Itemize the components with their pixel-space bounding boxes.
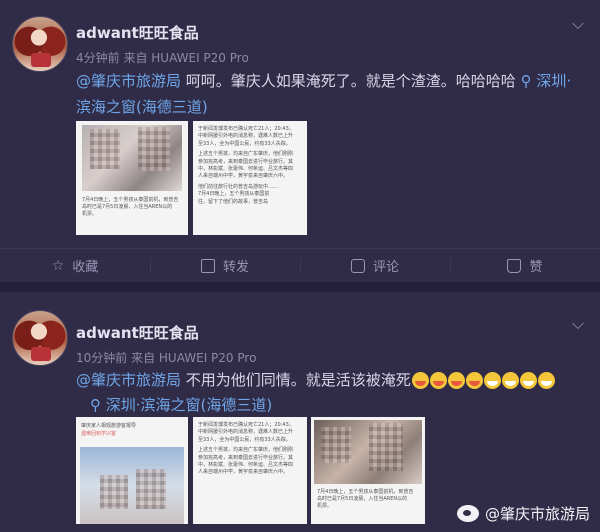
- grin-emoji-icon: [501, 371, 519, 389]
- post-image-1[interactable]: 肇庆家人相观旅游客报导 遇难回到学兴客: [76, 417, 188, 524]
- repost-button[interactable]: 转发: [150, 249, 300, 282]
- image-text-line: 至33人，全为中国公民，约有33人失踪。: [198, 140, 291, 147]
- image-caption-line: 岛时已是7月5日凌晨，入住当AREN以的: [317, 496, 408, 502]
- post-image-2[interactable]: 于新闻发博发布已确认死亡21人；20:43， 中新网援引外电的消息称，遇难人数已…: [193, 121, 307, 235]
- weibo-logo-icon: [456, 505, 479, 522]
- chevron-down-icon[interactable]: ⌵: [572, 314, 584, 334]
- image-caption-line: 岛时已是7月5日凌晨，入住当AREN以的: [82, 204, 173, 210]
- favorite-label: 收藏: [72, 260, 99, 275]
- image-text-line: 往，留下了他们的故事，普吉岛: [198, 198, 269, 205]
- laughing-emoji-icon: [465, 371, 483, 389]
- watermark-text: @肇庆市旅游局: [484, 505, 590, 523]
- comment-label: 评论: [372, 260, 399, 275]
- image-caption-line: 机票。: [317, 503, 333, 509]
- weibo-post-1: adwant旺旺食品 4分钟前 来自 HUAWEI P20 Pro ⌵ @肇庆市…: [0, 0, 600, 282]
- mention-link[interactable]: @肇庆市旅游局: [76, 72, 181, 90]
- repost-icon: [200, 258, 215, 273]
- like-label: 赞: [529, 260, 543, 275]
- image-caption-line: 7月4日晚上，五个男孩从泰国前机，到普吉: [82, 197, 179, 203]
- image-text-line: 上述五个男孩，均来自广东肇庆，他们刚刚: [198, 151, 294, 158]
- like-button[interactable]: 赞: [450, 249, 600, 282]
- post-image-1[interactable]: 7月4日晚上，五个男孩从泰国前机，到普吉 岛时已是7月5日凌晨，入住当AREN以…: [76, 121, 188, 235]
- grin-emoji-icon: [537, 371, 555, 389]
- image-text-line: 参加完高考，来到泰国去进行毕业旅行。其: [198, 158, 294, 165]
- image-text-line: 至33人，全为中国公民，约有33人失踪。: [198, 436, 291, 443]
- laughing-emoji-icon: [447, 371, 465, 389]
- avatar[interactable]: [12, 310, 68, 366]
- post-meta: 10分钟前 来自 HUAWEI P20 Pro: [76, 351, 257, 365]
- mention-link[interactable]: @肇庆市旅游局: [76, 371, 181, 389]
- post-text: @肇庆市旅游局 呵呵。肇庆人如果淹死了。就是个渣渣。哈哈哈哈 ⚲ 深圳·滨海之窗…: [76, 68, 586, 120]
- laughing-emoji-icon: [429, 371, 447, 389]
- watermark: @肇庆市旅游局: [456, 503, 590, 524]
- post-body: 呵呵。肇庆人如果淹死了。就是个渣渣。哈哈哈哈: [185, 72, 516, 90]
- username[interactable]: adwant旺旺食品: [76, 322, 199, 343]
- thumbs-up-icon: [507, 258, 522, 273]
- image-text-line: 参加完高考，来到泰国去进行毕业旅行。其: [198, 454, 294, 461]
- grin-emoji-icon: [519, 371, 537, 389]
- avatar[interactable]: [12, 16, 68, 72]
- location-link[interactable]: ⚲ 深圳·滨海之窗(海德三道): [90, 392, 390, 418]
- image-text-line: 中新网援引外电的消息称，遇难人数已上升: [198, 133, 294, 140]
- location-pin-icon: ⚲: [520, 72, 532, 90]
- post-divider: [0, 282, 600, 292]
- comment-icon: [350, 258, 365, 273]
- image-text-line: 上述五个男孩，均来自广东肇庆，他们刚刚: [198, 447, 294, 454]
- image-text-line: 7月4日晚上，五个男孩从泰国前: [198, 191, 270, 198]
- laughing-emoji-row: [411, 368, 555, 394]
- image-text-line: 肇庆家人相观旅游客报导: [81, 423, 137, 429]
- post-body: 不用为他们同情。就是活该被淹死: [185, 371, 411, 389]
- image-text-line: 遇难回到学兴客: [81, 431, 117, 437]
- location-pin-icon: ⚲: [90, 396, 101, 414]
- image-text-line: 人来自端州中学，黄宇泉来自肇庆六中。: [198, 469, 289, 476]
- image-text-line: 人来自端州中学，黄宇泉来自肇庆六中。: [198, 173, 289, 180]
- laughing-emoji-icon: [411, 371, 429, 389]
- grin-emoji-icon: [483, 371, 501, 389]
- post-text: @肇庆市旅游局 不用为他们同情。就是活该被淹死: [76, 367, 586, 394]
- post-image-2[interactable]: 于新闻发博发布已确认死亡21人；20:43， 中新网援引外电的消息称，遇难人数已…: [193, 417, 307, 524]
- favorite-button[interactable]: ☆ 收藏: [0, 249, 150, 282]
- weibo-post-2: adwant旺旺食品 10分钟前 来自 HUAWEI P20 Pro ⌵ @肇庆…: [0, 292, 600, 532]
- username[interactable]: adwant旺旺食品: [76, 22, 199, 43]
- chevron-down-icon[interactable]: ⌵: [572, 14, 584, 34]
- post-image-3[interactable]: 7月4日晚上，五个男孩从泰国前机，到普吉 岛时已是7月5日凌晨，入住当AREN以…: [311, 417, 425, 524]
- location-text: 深圳·滨海之窗(海德三道): [105, 396, 273, 414]
- action-bar: ☆ 收藏 转发 评论 赞: [0, 248, 600, 282]
- image-caption-line: 7月4日晚上，五个男孩从泰国前机，到普吉: [317, 489, 414, 495]
- image-caption-line: 机票。: [82, 211, 98, 217]
- repost-label: 转发: [222, 260, 249, 275]
- post-meta: 4分钟前 来自 HUAWEI P20 Pro: [76, 51, 249, 65]
- comment-button[interactable]: 评论: [300, 249, 450, 282]
- image-text-line: 中新网援引外电的消息称，遇难人数已上升: [198, 429, 294, 436]
- star-icon: ☆: [51, 257, 65, 274]
